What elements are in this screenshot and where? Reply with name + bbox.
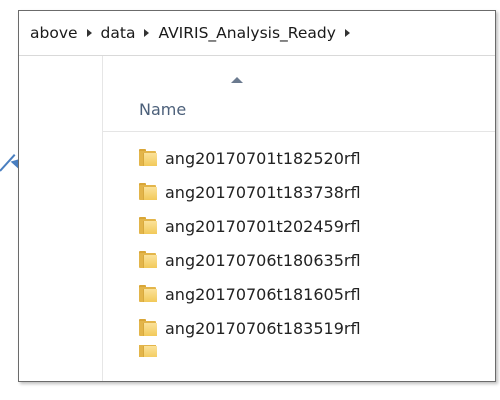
breadcrumb-item-data[interactable]: data [101, 24, 136, 42]
explorer-window: above data AVIRIS_Analysis_Ready Name an… [18, 10, 496, 382]
folder-name: ang20170701t182520rfl [165, 148, 361, 168]
folder-icon [139, 183, 157, 200]
breadcrumb-item-above[interactable]: above [30, 24, 78, 42]
folder-row[interactable]: ang20170706t181605rfl [139, 277, 361, 311]
column-header-divider [103, 131, 495, 132]
folder-name: ang20170706t183519rfl [165, 318, 361, 338]
sort-ascending-icon [231, 77, 243, 83]
file-list: ang20170701t182520rfl ang20170701t183738… [139, 141, 361, 357]
folder-icon [139, 319, 157, 336]
breadcrumb-chevron-icon[interactable] [144, 29, 150, 37]
folder-icon [139, 217, 157, 234]
folder-row[interactable]: ang20170701t183738rfl [139, 175, 361, 209]
breadcrumb-item-aviris-analysis-ready[interactable]: AVIRIS_Analysis_Ready [158, 24, 335, 42]
breadcrumb-chevron-icon[interactable] [86, 29, 92, 37]
folder-row[interactable]: ang20170701t202459rfl [139, 209, 361, 243]
folder-icon [139, 345, 157, 357]
folder-icon [139, 251, 157, 268]
navigation-pane[interactable] [19, 56, 103, 381]
folder-name: ang20170701t202459rfl [165, 216, 361, 236]
folder-row-partial[interactable] [139, 345, 361, 357]
breadcrumb-chevron-icon[interactable] [344, 29, 350, 37]
column-header-name[interactable]: Name [139, 100, 186, 119]
folder-row[interactable]: ang20170706t183519rfl [139, 311, 361, 345]
folder-icon [139, 285, 157, 302]
folder-row[interactable]: ang20170701t182520rfl [139, 141, 361, 175]
folder-row[interactable]: ang20170706t180635rfl [139, 243, 361, 277]
breadcrumb: above data AVIRIS_Analysis_Ready [19, 11, 495, 56]
folder-name: ang20170706t180635rfl [165, 250, 361, 270]
folder-name: ang20170701t183738rfl [165, 182, 361, 202]
folder-name: ang20170706t181605rfl [165, 284, 361, 304]
folder-icon [139, 149, 157, 166]
